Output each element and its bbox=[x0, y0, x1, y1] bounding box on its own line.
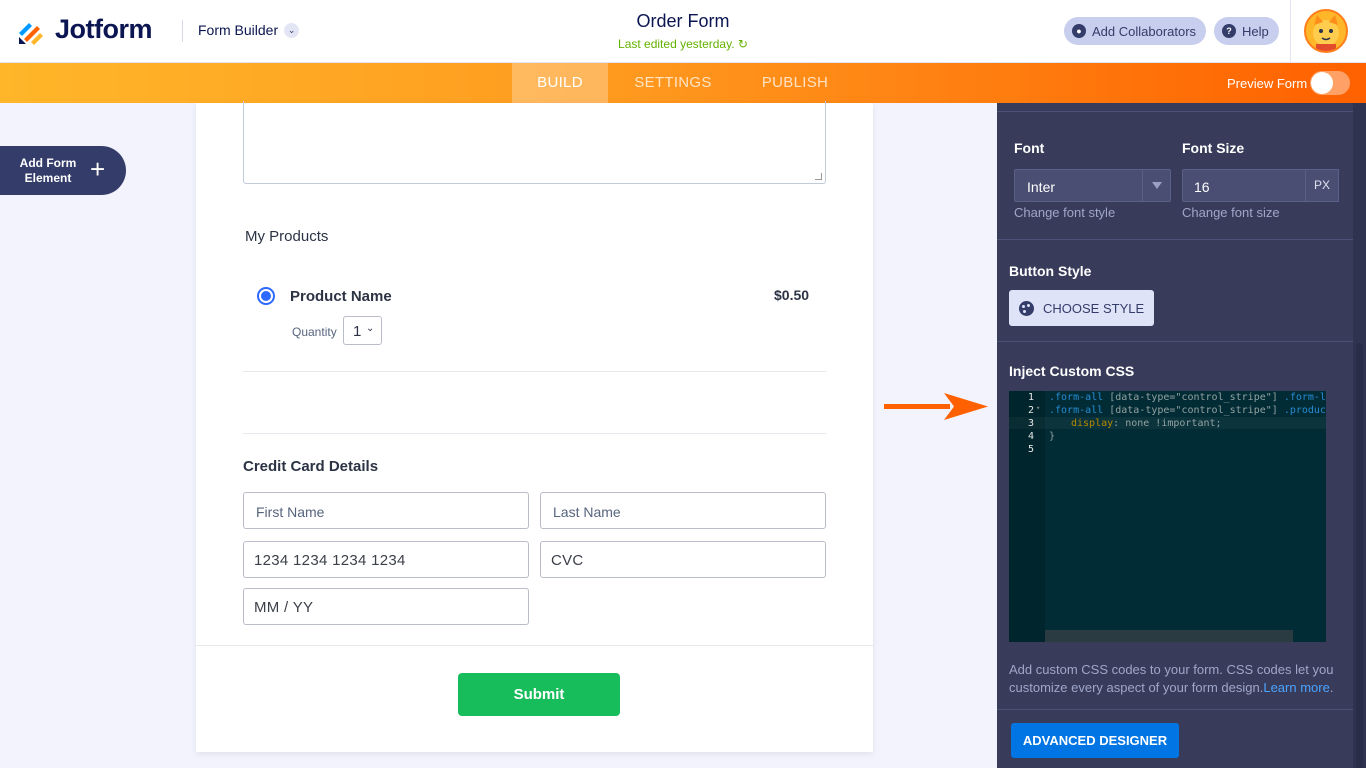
add-form-element-label: Add Form Element bbox=[19, 156, 77, 185]
header-divider-right bbox=[1290, 0, 1291, 63]
credit-card-title: Credit Card Details bbox=[243, 458, 379, 475]
choose-style-label: CHOOSE STYLE bbox=[1043, 300, 1145, 316]
submit-button[interactable]: Submit bbox=[458, 673, 620, 716]
builder-nav: BUILD SETTINGS PUBLISH Preview Form bbox=[0, 63, 1366, 103]
editor-horizontal-scrollbar[interactable] bbox=[1045, 630, 1293, 642]
form-title[interactable]: Order Form bbox=[483, 11, 883, 32]
refresh-icon: ↻ bbox=[737, 37, 748, 51]
line-number: 5 bbox=[1027, 444, 1034, 455]
panel-scrollbar-thumb[interactable] bbox=[1356, 343, 1363, 768]
line-number: 1 bbox=[1027, 392, 1034, 403]
advanced-designer-button[interactable]: ADVANCED DESIGNER bbox=[1011, 723, 1179, 758]
button-style-label: Button Style bbox=[1009, 263, 1092, 279]
divider bbox=[243, 371, 826, 372]
font-value: Inter bbox=[1027, 179, 1056, 195]
choose-style-button[interactable]: CHOOSE STYLE bbox=[1009, 290, 1154, 326]
tab-settings[interactable]: SETTINGS bbox=[618, 63, 728, 103]
custom-css-label: Inject Custom CSS bbox=[1009, 363, 1135, 379]
code-line: display: none !important; bbox=[1071, 418, 1222, 429]
learn-more-link[interactable]: Learn more bbox=[1263, 680, 1329, 695]
divider bbox=[997, 239, 1353, 240]
avatar[interactable] bbox=[1304, 9, 1348, 53]
form-designer-panel: Font Inter Change font style Font Size 1… bbox=[997, 103, 1366, 768]
caret-down-icon bbox=[1152, 182, 1162, 189]
font-size-label: Font Size bbox=[1182, 140, 1245, 156]
card-number-field[interactable]: 1234 1234 1234 1234 bbox=[243, 541, 529, 578]
form-canvas: My Products Product Name $0.50 Quantity … bbox=[196, 101, 873, 752]
products-label: My Products bbox=[245, 228, 329, 245]
plus-icon: + bbox=[90, 154, 106, 184]
toggle-knob bbox=[1311, 72, 1333, 94]
code-line: .form-all [data-type="control_stripe"] .… bbox=[1049, 405, 1326, 416]
add-collaborators-label: Add Collaborators bbox=[1092, 23, 1197, 39]
code-line: .form-all [data-type="control_stripe"] .… bbox=[1049, 392, 1326, 403]
divider bbox=[243, 433, 826, 434]
help-icon: ? bbox=[1222, 24, 1236, 38]
last-edited-text: Last edited yesterday. bbox=[618, 37, 735, 51]
divider bbox=[997, 709, 1353, 710]
product-price: $0.50 bbox=[774, 287, 810, 303]
pointer-arrow-icon bbox=[884, 393, 988, 420]
hint-period: . bbox=[1329, 680, 1334, 695]
last-edited-status: Last edited yesterday. ↻ bbox=[483, 37, 883, 51]
app-header: Jotform Form Builder ⌄ Order Form Last e… bbox=[0, 0, 1366, 63]
logo-text: Jotform bbox=[55, 14, 153, 44]
line-number: 3 bbox=[1027, 418, 1034, 429]
add-form-element-button[interactable]: Add Form Element + bbox=[0, 146, 126, 195]
form-builder-label: Form Builder bbox=[198, 22, 279, 38]
custom-css-editor[interactable]: 1 2 3 4 5 ▾ .form-all [data-type="contro… bbox=[1009, 391, 1326, 642]
cvc-field[interactable]: CVC bbox=[540, 541, 826, 578]
tab-build[interactable]: BUILD bbox=[512, 63, 608, 103]
select-caret bbox=[1142, 170, 1171, 201]
expiry-field[interactable]: MM / YY bbox=[243, 588, 529, 625]
product-radio[interactable] bbox=[257, 287, 275, 305]
last-name-field[interactable]: Last Name bbox=[540, 492, 826, 529]
jotform-logo[interactable]: Jotform bbox=[17, 14, 153, 45]
avatar-face-icon bbox=[1313, 15, 1339, 51]
line-number: 4 bbox=[1027, 431, 1034, 442]
font-size-hint: Change font size bbox=[1182, 205, 1280, 220]
form-builder-dropdown[interactable]: Form Builder ⌄ bbox=[198, 22, 300, 38]
preview-form-toggle[interactable] bbox=[1310, 71, 1350, 95]
user-icon: ● bbox=[1072, 24, 1086, 38]
custom-css-hint: Add custom CSS codes to your form. CSS c… bbox=[1009, 661, 1339, 697]
fold-icon[interactable]: ▾ bbox=[1036, 404, 1040, 412]
font-hint: Change font style bbox=[1014, 205, 1116, 220]
textarea-field[interactable] bbox=[243, 101, 826, 184]
product-name: Product Name bbox=[290, 288, 392, 305]
font-label: Font bbox=[1014, 140, 1045, 156]
palette-icon bbox=[1019, 300, 1034, 316]
quantity-label: Quantity bbox=[292, 325, 337, 339]
help-label: Help bbox=[1242, 23, 1269, 39]
font-size-input[interactable]: 16 bbox=[1182, 169, 1306, 202]
header-divider bbox=[182, 20, 183, 42]
chevron-down-icon: ⌄ bbox=[366, 323, 375, 334]
divider bbox=[196, 645, 873, 646]
quantity-value: 1 bbox=[353, 323, 362, 340]
font-select[interactable]: Inter bbox=[1014, 169, 1171, 202]
line-number: 2 bbox=[1027, 405, 1034, 416]
help-button[interactable]: ? Help bbox=[1214, 17, 1279, 45]
jotform-logo-icon bbox=[19, 22, 43, 45]
font-size-value: 16 bbox=[1194, 179, 1210, 195]
add-collaborators-button[interactable]: ● Add Collaborators bbox=[1064, 17, 1207, 45]
resize-handle-icon[interactable] bbox=[815, 173, 822, 180]
divider bbox=[997, 341, 1353, 342]
form-title-block: Order Form Last edited yesterday. ↻ bbox=[483, 11, 883, 51]
quantity-select[interactable]: 1 ⌄ bbox=[343, 316, 382, 345]
tab-publish[interactable]: PUBLISH bbox=[742, 63, 848, 103]
divider bbox=[997, 111, 1353, 112]
code-line: } bbox=[1049, 431, 1056, 442]
font-size-unit: PX bbox=[1306, 169, 1339, 202]
chevron-down-icon: ⌄ bbox=[284, 22, 300, 38]
first-name-field[interactable]: First Name bbox=[243, 492, 529, 529]
preview-form-label: Preview Form bbox=[1227, 76, 1308, 91]
